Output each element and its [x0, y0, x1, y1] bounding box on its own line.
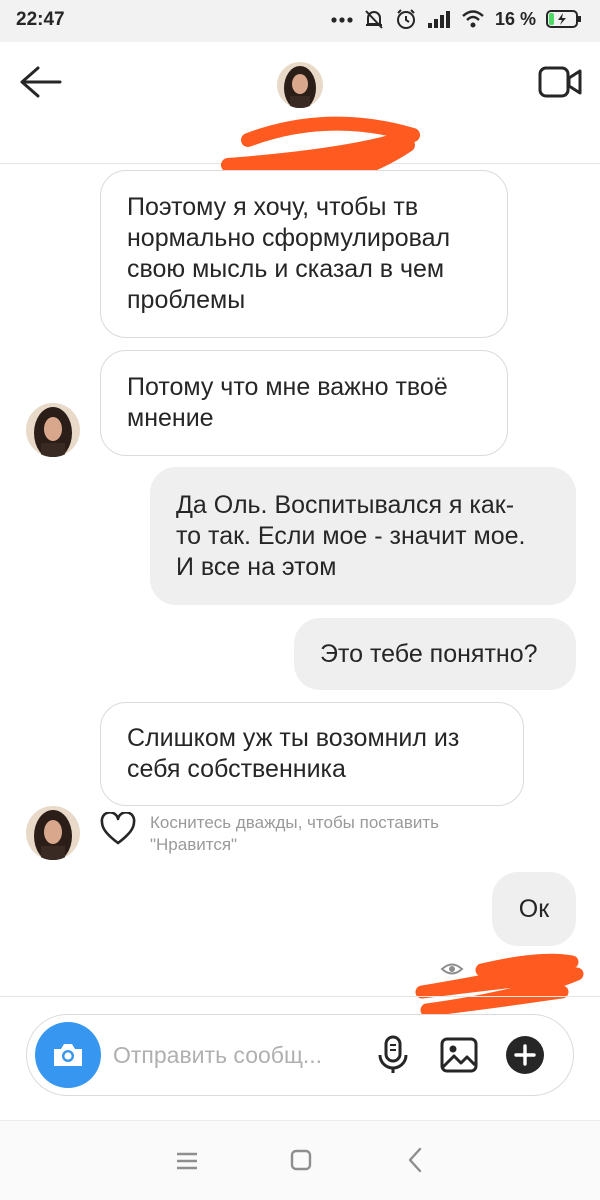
- contact-avatar-small[interactable]: [26, 403, 80, 457]
- recent-apps-icon[interactable]: [176, 1151, 198, 1171]
- message-composer: [26, 1014, 574, 1096]
- status-time: 22:47: [16, 9, 65, 30]
- avatar-photo: [26, 806, 80, 860]
- wifi-icon: [462, 10, 484, 28]
- image-icon: [440, 1037, 478, 1073]
- message-text: Поэтому я хочу, чтобы тв нормально сформ…: [127, 193, 451, 314]
- avatar-photo: [26, 403, 80, 457]
- camera-icon: [54, 1044, 82, 1066]
- like-hint-text: Коснитесь дважды, чтобы поставить "Нрави…: [150, 813, 440, 854]
- seen-eye-icon: [440, 963, 464, 975]
- message-text: Слишком уж ты возомнил из себя собственн…: [127, 724, 460, 783]
- contact-avatar-small[interactable]: [26, 806, 80, 860]
- more-options-button[interactable]: [505, 1035, 545, 1075]
- message-outgoing[interactable]: Это тебе понятно?: [294, 618, 576, 690]
- plus-circle-icon: [506, 1036, 544, 1074]
- battery-charging-icon: [546, 10, 581, 28]
- alarm-icon: [396, 9, 415, 29]
- signal-icon: [427, 11, 450, 28]
- camera-button[interactable]: [35, 1022, 101, 1088]
- mute-bell-icon: [365, 10, 383, 29]
- back-nav-icon[interactable]: [406, 1147, 424, 1173]
- back-button[interactable]: [18, 64, 64, 100]
- battery-percent: 16 %: [494, 8, 536, 29]
- message-incoming[interactable]: Поэтому я хочу, чтобы тв нормально сформ…: [100, 170, 508, 338]
- message-text: Это тебе понятно?: [320, 639, 538, 668]
- arrow-left-icon: [20, 66, 62, 98]
- gallery-button[interactable]: [439, 1035, 479, 1075]
- contact-avatar[interactable]: [277, 62, 323, 108]
- status-icons: 16 %: [331, 8, 582, 30]
- composer-divider: [0, 996, 600, 997]
- message-incoming[interactable]: Потому что мне важно твоё мнение: [100, 350, 508, 456]
- voice-message-button[interactable]: [375, 1035, 411, 1075]
- message-input[interactable]: [113, 1035, 353, 1075]
- message-text: Да Оль. Воспитывался я как- то так. Если…: [176, 490, 526, 581]
- video-camera-icon: [538, 66, 582, 98]
- message-text: Потому что мне важно твоё мнение: [127, 373, 448, 432]
- message-incoming[interactable]: Слишком уж ты возомнил из себя собственн…: [100, 702, 524, 806]
- microphone-icon: [378, 1035, 408, 1073]
- dots-icon: [331, 17, 353, 23]
- home-icon[interactable]: [290, 1149, 312, 1171]
- message-outgoing[interactable]: Да Оль. Воспитывался я как- то так. Если…: [150, 467, 576, 605]
- seen-redaction-scribble: [415, 953, 584, 1017]
- message-outgoing[interactable]: Ок: [492, 872, 576, 946]
- like-hint-row: Коснитесь дважды, чтобы поставить "Нрави…: [100, 812, 530, 856]
- heart-icon[interactable]: [100, 812, 136, 846]
- avatar-photo: [277, 62, 323, 108]
- message-text: Ок: [518, 894, 550, 923]
- chat-header: [0, 42, 600, 220]
- status-bar: 22:47 16 %: [0, 0, 600, 42]
- system-nav-bar: [0, 1120, 600, 1200]
- video-call-button[interactable]: [538, 64, 582, 100]
